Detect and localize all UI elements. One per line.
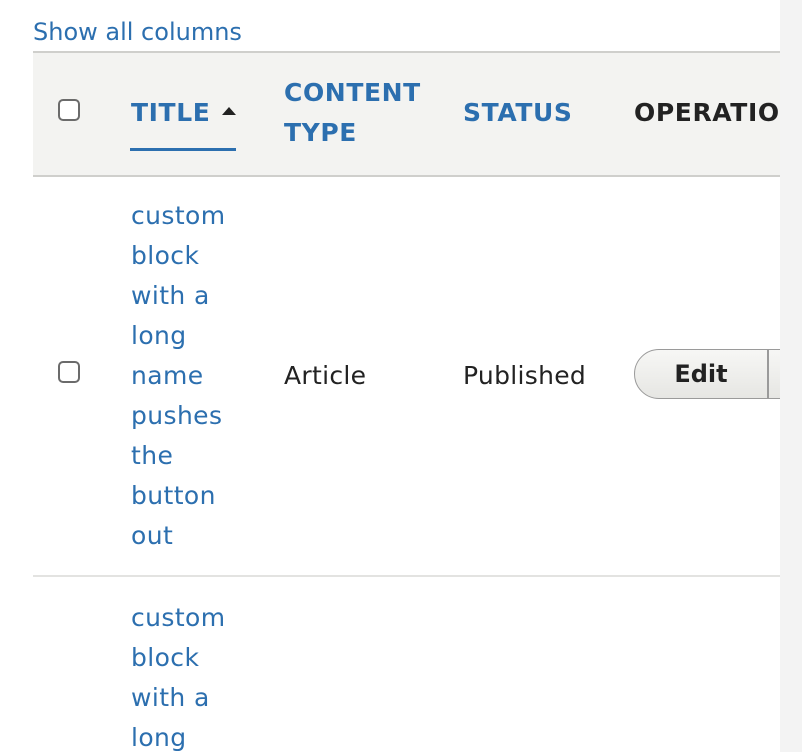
active-sort-underline [130,148,236,151]
title-word: block [131,643,200,672]
row-status: Published [463,361,587,390]
column-header-operations: OPERATIONS [634,98,780,127]
show-all-columns-link[interactable]: Show all columns [33,14,242,50]
title-word: custom [131,603,226,632]
title-word: with a [131,683,210,712]
edit-button[interactable]: Edit [634,349,780,399]
content-viewport: Show all columns TITLE CONTENT TYPE STAT… [0,0,780,752]
title-word: name [131,361,204,390]
title-word: custom [131,201,226,230]
title-word: button [131,481,216,510]
column-header-content-type-line1: CONTENT [284,78,421,107]
title-word: long [131,321,187,350]
title-word: block [131,241,200,270]
title-word: long [131,723,187,752]
row-content-type: Article [284,361,367,390]
column-header-status[interactable]: STATUS [463,93,572,133]
row-title-link[interactable]: custom block with a long name pushes the… [131,196,251,556]
sort-ascending-icon [222,107,237,115]
row-select-checkbox[interactable] [58,361,80,383]
row-title-link[interactable]: custom block with a long [131,598,251,752]
dropbutton-divider [767,350,769,398]
row-separator [33,575,780,577]
title-word: the [131,441,174,470]
column-header-title[interactable]: TITLE [131,93,237,133]
scroll-gutter [780,0,802,752]
column-header-content-type[interactable]: CONTENT TYPE [284,73,421,153]
title-word: with a [131,281,210,310]
column-header-title-label: TITLE [131,98,211,127]
select-all-checkbox[interactable] [58,99,80,121]
column-header-content-type-line2: TYPE [284,118,357,147]
title-word: pushes [131,401,223,430]
title-word: out [131,521,174,550]
edit-button-label: Edit [674,360,728,388]
